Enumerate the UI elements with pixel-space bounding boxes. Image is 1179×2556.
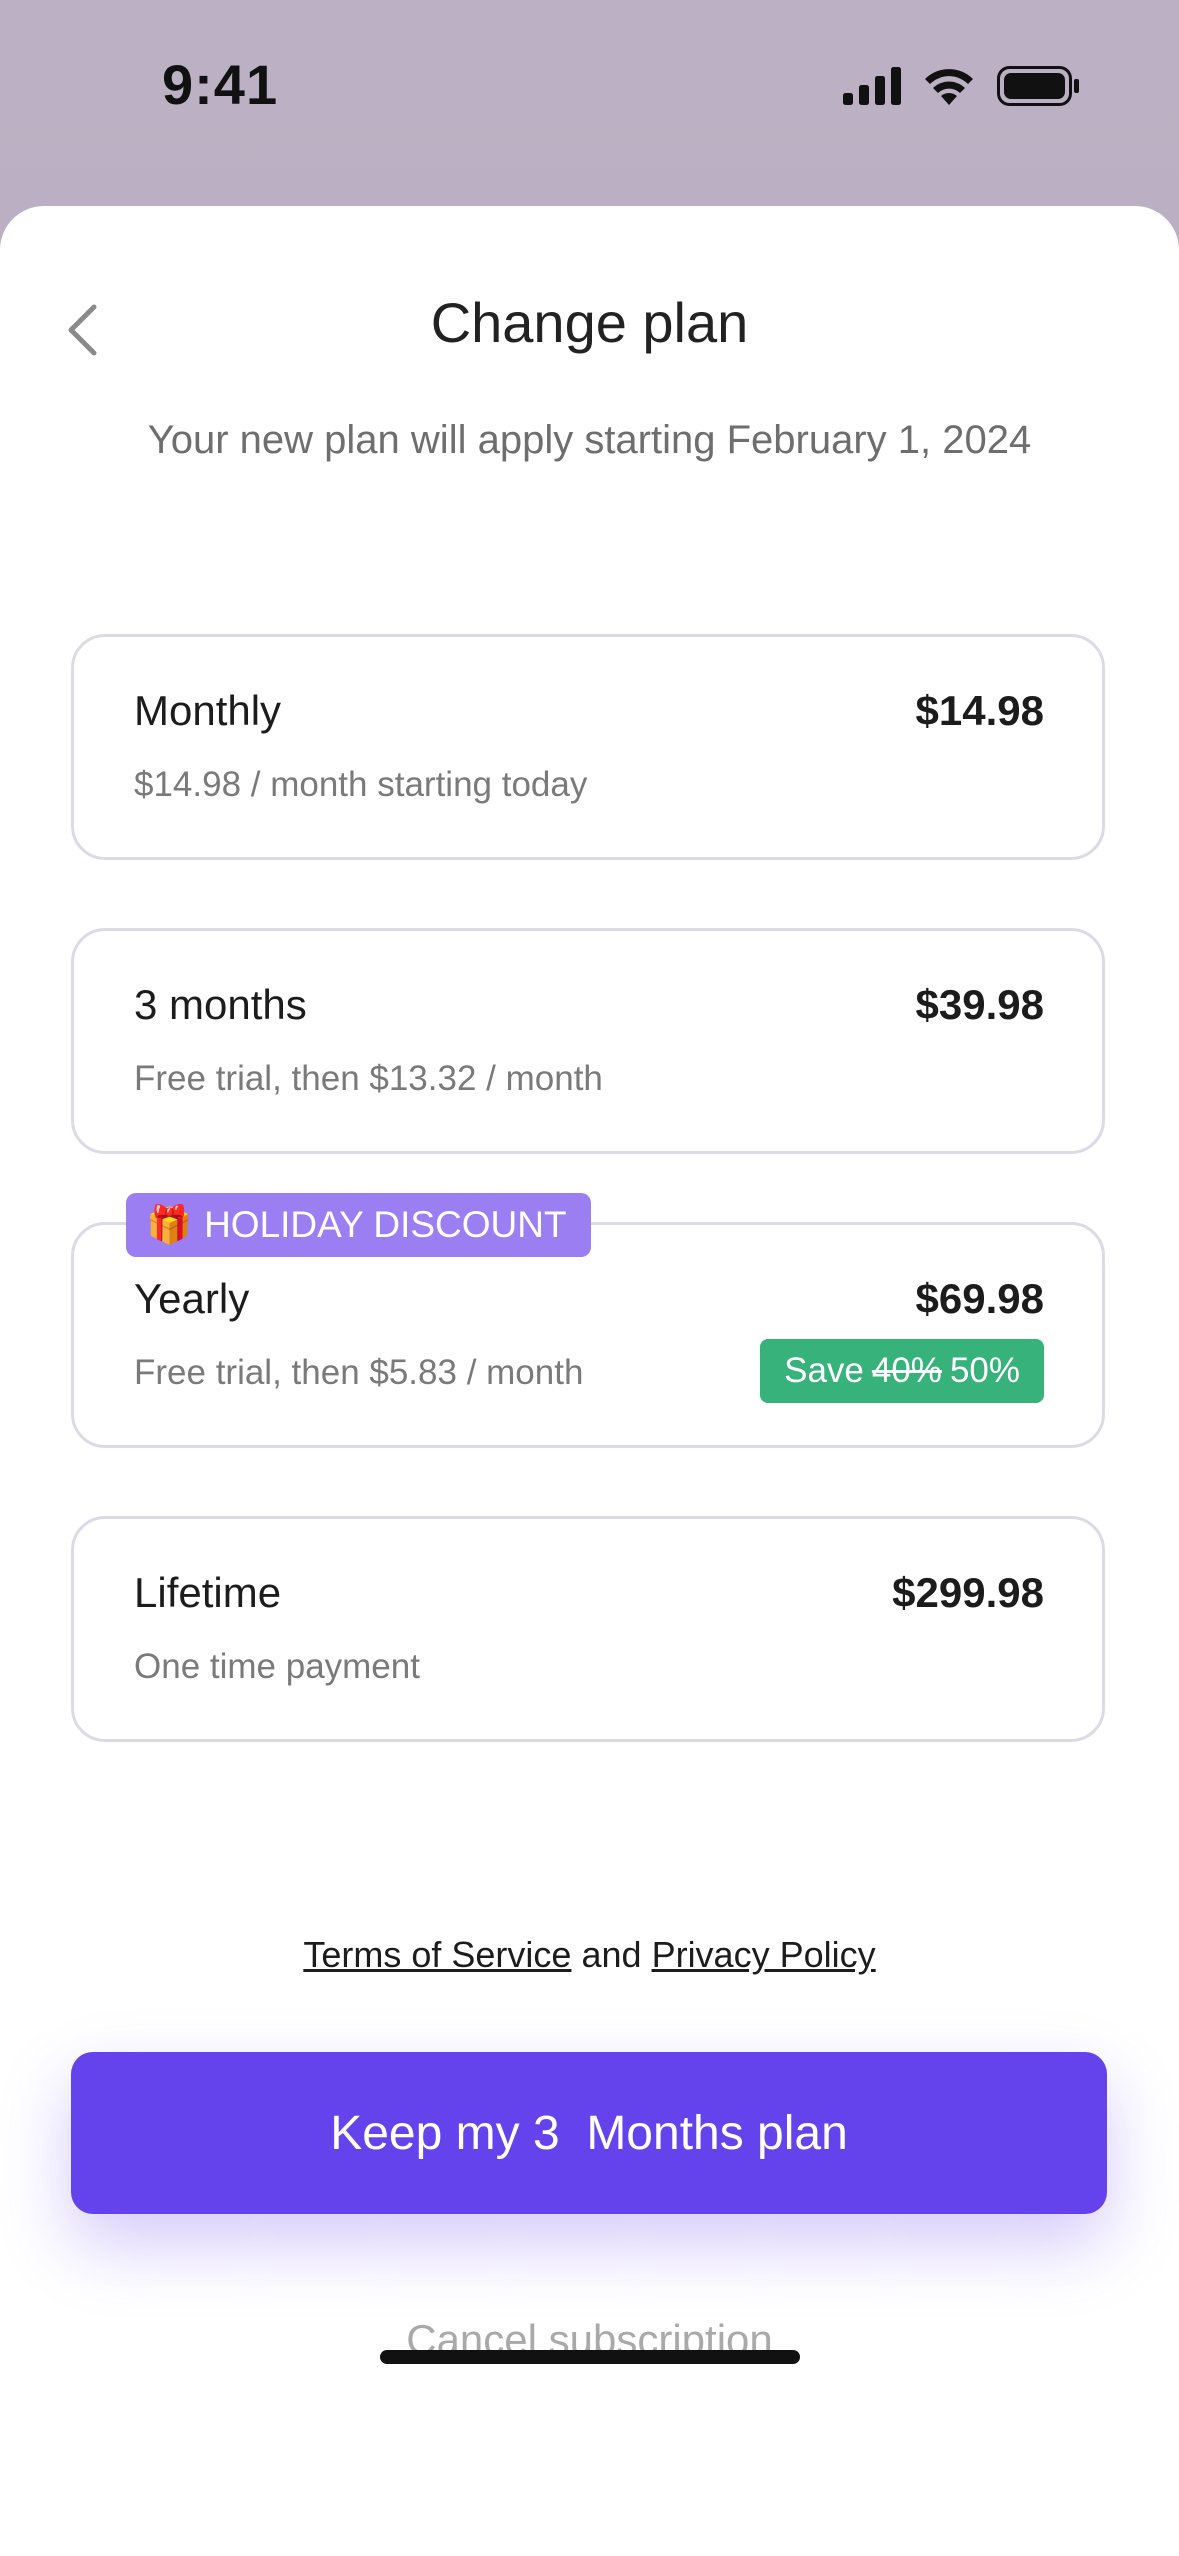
plan-card-3-months[interactable]: 3 months $39.98 Free trial, then $13.32 … bbox=[71, 928, 1105, 1154]
plan-description: One time payment bbox=[134, 1647, 420, 1686]
save-label: Save bbox=[784, 1351, 864, 1390]
holiday-discount-label: HOLIDAY DISCOUNT bbox=[204, 1204, 567, 1245]
plan-description: Free trial, then $5.83 / month bbox=[134, 1353, 584, 1392]
home-indicator bbox=[380, 2350, 800, 2364]
legal-links: Terms of Service and Privacy Policy bbox=[0, 1934, 1179, 1976]
battery-icon bbox=[997, 66, 1079, 106]
keep-plan-button[interactable]: Keep my 3 Months plan bbox=[71, 2052, 1107, 2214]
plan-price: $39.98 bbox=[915, 981, 1044, 1028]
plan-card-monthly[interactable]: Monthly $14.98 $14.98 / month starting t… bbox=[71, 634, 1105, 860]
cellular-signal-icon bbox=[843, 67, 901, 105]
plan-card-yearly[interactable]: 🎁 HOLIDAY DISCOUNT Yearly $69.98 Free tr… bbox=[71, 1193, 1105, 1448]
plan-description: $14.98 / month starting today bbox=[134, 765, 588, 804]
privacy-policy-link[interactable]: Privacy Policy bbox=[652, 1934, 876, 1975]
gift-icon: 🎁 bbox=[146, 1203, 193, 1245]
page-title: Change plan bbox=[430, 291, 749, 354]
change-plan-sheet: Change plan Your new plan will apply sta… bbox=[0, 206, 1179, 2556]
plan-card-lifetime[interactable]: Lifetime $299.98 One time payment bbox=[71, 1516, 1105, 1742]
status-time: 9:41 bbox=[162, 53, 279, 116]
wifi-icon bbox=[925, 69, 973, 105]
save-old-percent: 40% bbox=[871, 1351, 942, 1390]
plan-price: $299.98 bbox=[892, 1569, 1044, 1616]
plan-name: Monthly bbox=[134, 687, 282, 734]
plan-price: $69.98 bbox=[915, 1275, 1044, 1322]
plan-name: Lifetime bbox=[134, 1569, 282, 1616]
save-badge: Save 40% 50% bbox=[760, 1339, 1044, 1403]
plan-price: $14.98 bbox=[915, 687, 1044, 734]
plan-name: Yearly bbox=[134, 1275, 250, 1322]
save-new-percent: 50% bbox=[949, 1351, 1020, 1390]
holiday-discount-badge: 🎁 HOLIDAY DISCOUNT bbox=[126, 1193, 591, 1257]
status-bar: 9:41 bbox=[0, 0, 1179, 190]
plan-name: 3 months bbox=[134, 981, 307, 1028]
legal-conjunction: and bbox=[581, 1934, 642, 1975]
terms-of-service-link[interactable]: Terms of Service bbox=[303, 1934, 571, 1975]
plan-start-subtitle: Your new plan will apply starting Februa… bbox=[147, 418, 1032, 462]
status-icons bbox=[843, 66, 1079, 106]
plan-description: Free trial, then $13.32 / month bbox=[134, 1059, 603, 1098]
